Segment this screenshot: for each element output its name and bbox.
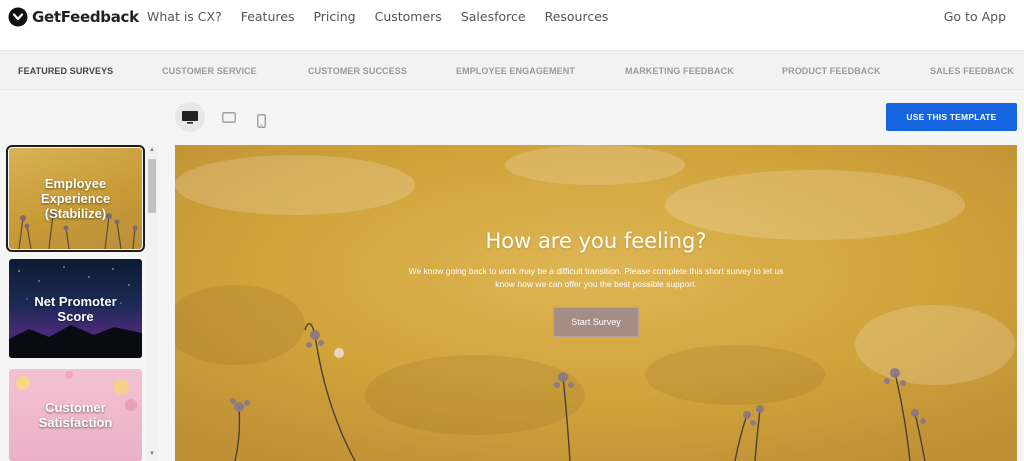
go-to-app-link[interactable]: Go to App	[944, 9, 1006, 24]
desktop-icon	[182, 110, 198, 124]
getfeedback-logo-icon	[8, 7, 28, 27]
template-customer-satisfaction[interactable]: Customer Satisfaction	[9, 369, 142, 461]
tab-employee-engagement[interactable]: EMPLOYEE ENGAGEMENT	[456, 66, 575, 76]
tab-product-feedback[interactable]: PRODUCT FEEDBACK	[782, 66, 881, 76]
top-navigation: GetFeedback What is CX? Features Pricing…	[0, 0, 1024, 50]
use-this-template-button[interactable]: USE THIS TEMPLATE	[886, 103, 1017, 131]
survey-title: How are you feeling?	[485, 229, 707, 253]
start-survey-button[interactable]: Start Survey	[553, 307, 639, 337]
nav-link-features[interactable]: Features	[241, 9, 295, 24]
survey-preview: How are you feeling? We know going back …	[175, 145, 1017, 461]
nav-link-resources[interactable]: Resources	[545, 9, 609, 24]
template-label: Net Promoter Score	[34, 293, 117, 324]
template-list: Employee Experience (Stabilize) Net Prom…	[0, 145, 160, 461]
template-net-promoter-score[interactable]: Net Promoter Score	[9, 259, 142, 358]
device-desktop-button[interactable]	[175, 102, 205, 132]
tab-featured-surveys[interactable]: FEATURED SURVEYS	[18, 66, 113, 76]
template-employee-experience[interactable]: Employee Experience (Stabilize)	[6, 145, 145, 252]
tab-sales-feedback[interactable]: SALES FEEDBACK	[930, 66, 1014, 76]
tab-customer-service[interactable]: CUSTOMER SERVICE	[162, 66, 257, 76]
brand-name: GetFeedback	[32, 8, 139, 26]
tab-customer-success[interactable]: CUSTOMER SUCCESS	[308, 66, 407, 76]
tablet-icon	[222, 111, 236, 123]
survey-description: We know going back to work may be a diff…	[408, 266, 784, 289]
nav-link-salesforce[interactable]: Salesforce	[461, 9, 526, 24]
nav-link-what-is-cx[interactable]: What is CX?	[147, 9, 222, 24]
nav-link-customers[interactable]: Customers	[375, 9, 442, 24]
scrollbar-thumb[interactable]	[148, 159, 156, 213]
device-mobile-button[interactable]	[246, 106, 276, 136]
tab-marketing-feedback[interactable]: MARKETING FEEDBACK	[625, 66, 734, 76]
mobile-icon	[256, 114, 266, 128]
device-tablet-button[interactable]	[214, 102, 244, 132]
template-label: Customer Satisfaction	[38, 400, 113, 430]
scroll-up-arrow-icon[interactable]: ▲	[146, 145, 158, 155]
template-label: Employee Experience (Stabilize)	[40, 176, 111, 221]
main-nav: What is CX? Features Pricing Customers S…	[147, 9, 627, 24]
nav-link-pricing[interactable]: Pricing	[313, 9, 355, 24]
scroll-down-arrow-icon[interactable]: ▼	[146, 449, 158, 459]
preview-background-image	[175, 145, 1017, 461]
template-list-scrollbar[interactable]: ▲ ▼	[146, 145, 158, 461]
category-tabs: FEATURED SURVEYS CUSTOMER SERVICE CUSTOM…	[0, 50, 1024, 90]
brand-logo[interactable]: GetFeedback	[8, 7, 139, 27]
